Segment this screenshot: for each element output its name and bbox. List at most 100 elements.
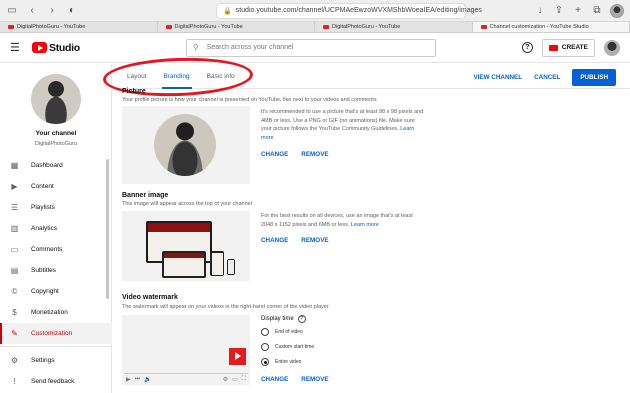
sidebar-toggle-icon[interactable]: ▭ [6, 5, 18, 17]
banner-info: For the best results on all devices, use… [261, 213, 413, 228]
sidebar-scrollbar[interactable] [106, 159, 109, 299]
settings-gear-icon: ⚙ [222, 377, 229, 383]
content-icon: ▶ [11, 182, 18, 191]
radio-button[interactable] [261, 358, 269, 366]
browser-tab-active[interactable]: Channel customization - YouTube Studio [472, 22, 630, 32]
sidebar-item-send-feedback[interactable]: ! Send feedback [0, 371, 112, 392]
sidebar-item-label: Monetization [31, 309, 68, 316]
radio-end-of-video[interactable]: End of video [261, 328, 303, 336]
subtitles-icon: ▤ [10, 266, 19, 275]
banner-learn-more-link[interactable]: Learn more [351, 222, 379, 228]
new-tab-icon[interactable]: + [572, 5, 584, 17]
sidebar-item-label: Send feedback [31, 378, 75, 385]
sidebar-item-playlists[interactable]: ☰ Playlists [0, 197, 112, 218]
picture-change-button[interactable]: CHANGE [261, 151, 288, 158]
lock-icon: 🔒 [223, 7, 232, 15]
sidebar-nav: ▦ Dashboard ▶ Content ☰ Playlists ▥ Analytics ▭ C… [0, 155, 112, 392]
picture-description: Your profile picture is how your channel… [122, 97, 377, 103]
browser-tab[interactable]: DigitalPhotoGuru - YouTube [0, 22, 158, 32]
address-bar[interactable]: 🔒 studio.youtube.com/channel/UCPMAeEwzoW… [216, 2, 482, 19]
youtube-favicon-icon [323, 25, 329, 29]
back-icon[interactable]: ‹ [26, 5, 38, 17]
profile-picture [154, 114, 216, 176]
menu-icon[interactable]: ☰ [10, 41, 24, 54]
help-circle-icon[interactable]: ? [297, 315, 306, 323]
sidebar-item-subtitles[interactable]: ▤ Subtitles [0, 260, 112, 281]
banner-device-mockup [138, 221, 238, 278]
help-icon[interactable]: ? [521, 42, 533, 53]
youtube-logo-icon [32, 42, 47, 53]
watermark-image [229, 348, 246, 365]
banner-title: Banner image [122, 192, 169, 199]
sidebar-item-label: Content [31, 183, 54, 190]
download-icon[interactable]: ↓ [534, 5, 546, 17]
copyright-icon: © [11, 287, 18, 296]
browser-tab[interactable]: DigitalPhotoGuru - YouTube [315, 22, 473, 32]
cancel-button[interactable]: CANCEL [534, 74, 560, 81]
tab-overview-icon[interactable]: ⧉ [591, 5, 603, 17]
sidebar-item-analytics[interactable]: ▥ Analytics [0, 218, 112, 239]
radio-button[interactable] [261, 328, 269, 336]
sidebar-item-settings[interactable]: ⚙ Settings [0, 350, 112, 371]
laptop-mockup [162, 251, 206, 278]
shield-icon[interactable]: ◐ [66, 5, 78, 17]
sidebar-item-label: Customization [31, 330, 73, 337]
sidebar-item-content[interactable]: ▶ Content [0, 176, 112, 197]
sidebar-divider [0, 346, 112, 347]
account-avatar[interactable] [604, 39, 620, 56]
channel-avatar[interactable] [31, 74, 81, 124]
banner-preview [122, 211, 250, 281]
sidebar-item-label: Comments [31, 246, 63, 253]
phone-mockup [227, 259, 235, 275]
sidebar-item-label: Analytics [31, 225, 58, 232]
sidebar-item-monetization[interactable]: $ Monetization [0, 302, 112, 323]
create-button[interactable]: CREATE [541, 38, 595, 57]
tab-basic-info[interactable]: Basic info [207, 64, 235, 89]
sidebar-item-customization[interactable]: ✎ Customization [0, 323, 112, 344]
studio-logo[interactable]: Studio [32, 42, 80, 54]
search-input[interactable]: ⚲ Search across your channel [185, 38, 436, 57]
search-placeholder: Search across your channel [206, 44, 294, 51]
banner-remove-button[interactable]: REMOVE [301, 237, 328, 244]
banner-change-button[interactable]: CHANGE [261, 237, 288, 244]
video-player-preview: ▶ ⏭ 🔈 ⚙ ▭ ⛶ [122, 315, 250, 385]
sidebar-item-dashboard[interactable]: ▦ Dashboard [0, 155, 112, 176]
publish-button[interactable]: PUBLISH [572, 69, 616, 86]
profile-picture-preview [122, 106, 250, 184]
watermark-change-button[interactable]: CHANGE [261, 376, 288, 383]
fullscreen-icon: ⛶ [241, 376, 246, 382]
radio-custom-start-time[interactable]: Custom start time [261, 343, 314, 351]
browser-toolbar: ▭ ‹ › ◐ 🔒 studio.youtube.com/channel/UCP… [0, 0, 630, 22]
forward-icon[interactable]: › [46, 5, 58, 17]
search-icon: ⚲ [192, 43, 199, 52]
tab-branding[interactable]: Branding [161, 64, 192, 89]
channel-name: DigitalPhotoGuru [35, 141, 77, 147]
studio-header: ☰ Studio ⚲ Search across your channel ? … [0, 33, 630, 63]
browser-tab[interactable]: DigitalPhotoGuru - YouTube [158, 22, 315, 32]
sidebar-item-label: Subtitles [31, 267, 56, 274]
picture-info: It's recommended to use a picture that's… [261, 109, 424, 141]
youtube-favicon-icon [8, 25, 14, 29]
volume-icon: 🔈 [144, 377, 152, 383]
watermark-remove-button[interactable]: REMOVE [301, 376, 328, 383]
playlists-icon: ☰ [10, 203, 19, 212]
sidebar-item-comments[interactable]: ▭ Comments [0, 239, 112, 260]
browser-profile-avatar[interactable] [610, 3, 624, 18]
picture-remove-button[interactable]: REMOVE [301, 151, 328, 158]
radio-button[interactable] [261, 343, 269, 351]
sidebar-item-label: Dashboard [31, 162, 63, 169]
monetization-icon: $ [12, 308, 17, 317]
picture-title: Picture [122, 88, 146, 95]
sidebar-item-copyright[interactable]: © Copyright [0, 281, 112, 302]
tablet-mockup [210, 251, 224, 276]
browser-tabs: DigitalPhotoGuru - YouTube DigitalPhotoG… [0, 22, 630, 33]
customization-icon: ✎ [11, 329, 18, 338]
settings-icon: ⚙ [10, 356, 19, 365]
watermark-title: Video watermark [122, 294, 178, 301]
view-channel-button[interactable]: VIEW CHANNEL [473, 74, 522, 81]
sidebar-item-label: Settings [31, 357, 55, 364]
play-icon: ▶ [126, 377, 131, 383]
share-icon[interactable]: ⇪ [553, 5, 565, 17]
radio-entire-video[interactable]: Entire video [261, 358, 301, 366]
tab-layout[interactable]: Layout [127, 64, 147, 89]
